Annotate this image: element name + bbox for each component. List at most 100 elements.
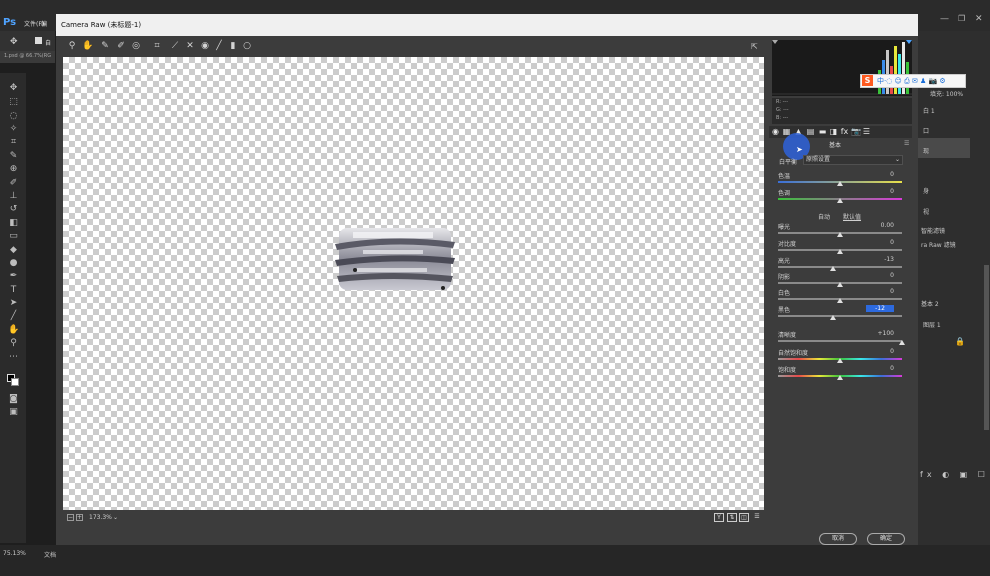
healing-icon[interactable]: ⊕ <box>8 164 19 175</box>
lasso-icon[interactable]: ◌ <box>8 111 19 122</box>
contrast-value-field[interactable]: 0 <box>866 239 894 246</box>
more-tools-icon[interactable]: ⋯ <box>8 352 19 363</box>
adjustment-brush-icon[interactable]: ╱ <box>214 41 224 51</box>
highlights-value-field[interactable]: -13 <box>866 256 894 263</box>
vibrance-slider-thumb[interactable] <box>837 358 843 363</box>
red-eye-icon[interactable]: ◉ <box>200 41 210 51</box>
layer-row[interactable]: 基本 2 <box>921 299 939 308</box>
move-icon[interactable]: ✥ <box>8 83 19 94</box>
clarity-value-field[interactable]: +100 <box>866 330 894 337</box>
presets-tab-icon[interactable]: ☰ <box>862 127 871 136</box>
clarity-slider-thumb[interactable] <box>899 340 905 345</box>
layer-row[interactable]: 现 <box>923 146 929 155</box>
basic-tab-icon[interactable]: ◉ <box>771 127 780 136</box>
eyedropper-icon[interactable]: ✎ <box>8 151 19 162</box>
panel-scrollbar[interactable] <box>984 265 989 430</box>
white-balance-select[interactable]: 原照设置 ⌄ <box>803 155 903 165</box>
whites-slider-thumb[interactable] <box>837 298 843 303</box>
highlights-slider-track[interactable] <box>778 266 902 268</box>
path-select-icon[interactable]: ➤ <box>8 298 19 309</box>
magic-wand-icon[interactable]: ✧ <box>8 124 19 135</box>
effects-tab-icon[interactable]: fx <box>840 127 849 136</box>
default-button[interactable]: 默认值 <box>843 212 861 221</box>
auto-select-checkbox[interactable] <box>35 37 42 44</box>
blacks-value-field[interactable]: -12 <box>866 305 894 312</box>
ime-logo-icon[interactable]: S <box>862 75 873 86</box>
crop-tool-icon[interactable]: ⌗ <box>152 41 162 51</box>
stamp-icon[interactable]: ⊥ <box>8 191 19 202</box>
close-icon[interactable]: ✕ <box>975 14 985 24</box>
layer-row[interactable]: 图层 1 <box>923 320 941 329</box>
contrast-slider-thumb[interactable] <box>837 249 843 254</box>
shadows-value-field[interactable]: 0 <box>866 272 894 279</box>
color-sampler-icon[interactable]: ✐ <box>116 41 126 51</box>
radial-filter-icon[interactable]: ○ <box>242 41 252 51</box>
ok-button[interactable]: 确定 <box>867 533 905 545</box>
blacks-slider-track[interactable] <box>778 315 902 317</box>
vibrance-value-field[interactable]: 0 <box>866 348 894 355</box>
color-swatches-icon[interactable] <box>6 373 20 387</box>
swap-settings-icon[interactable]: ⇅ <box>727 513 737 522</box>
blur-icon[interactable]: ◆ <box>8 245 19 256</box>
layer-row[interactable]: 白 1 <box>923 106 935 115</box>
crop-icon[interactable]: ⌗ <box>8 137 19 148</box>
tint-value-field[interactable]: 0 <box>866 188 894 195</box>
menu-edit[interactable]: 编 <box>41 19 47 28</box>
split-toning-tab-icon[interactable]: ▬ <box>818 127 827 136</box>
move-tool-icon[interactable]: ✥ <box>10 37 18 47</box>
screen-mode-icon[interactable]: ▣ <box>8 407 19 418</box>
ime-status-icons[interactable]: 中·◌ ☺ ⎙ ✉ ♟ 📷 ⚙ <box>877 76 946 86</box>
clarity-slider-track[interactable] <box>778 340 902 342</box>
blacks-slider-thumb[interactable] <box>829 315 836 320</box>
layer-actions-icons[interactable]: fx ◐ ▣ ☐ 🗑 <box>920 470 990 479</box>
cancel-button[interactable]: 取消 <box>819 533 857 545</box>
shape-icon[interactable]: ╱ <box>8 311 19 322</box>
minimize-icon[interactable]: — <box>940 14 950 24</box>
fullscreen-icon[interactable]: ⇱ <box>751 42 761 51</box>
zoom-readout[interactable]: 75.13% <box>3 550 26 557</box>
target-adjust-icon[interactable]: ◎ <box>131 41 141 51</box>
whites-value-field[interactable]: 0 <box>866 288 894 295</box>
eraser-icon[interactable]: ◧ <box>8 218 19 229</box>
auto-button[interactable]: 自动 <box>818 212 830 221</box>
copy-settings-icon[interactable]: ◫ <box>739 513 749 522</box>
camera-calibration-tab-icon[interactable]: 📷 <box>851 127 861 136</box>
before-after-icon[interactable]: Y <box>714 513 724 522</box>
layer-row[interactable]: 身 <box>923 186 929 195</box>
camera-raw-filter-label[interactable]: ra Raw 滤镜 <box>921 240 956 249</box>
gradient-icon[interactable]: ▭ <box>8 231 19 242</box>
view-settings-icon[interactable]: ☰ <box>752 513 762 522</box>
smart-filter-label[interactable]: 智能滤镜 <box>921 226 945 235</box>
saturation-slider-thumb[interactable] <box>837 375 843 380</box>
pen-icon[interactable]: ✒ <box>8 271 19 282</box>
exposure-value-field[interactable]: 0.00 <box>866 222 894 229</box>
saturation-value-field[interactable]: 0 <box>866 365 894 372</box>
zoom-level[interactable]: 173.3% <box>89 514 112 521</box>
hsl-tab-icon[interactable]: ▤ <box>806 127 815 136</box>
panel-menu-icon[interactable]: ☰ <box>904 140 909 147</box>
lens-tab-icon[interactable]: ◨ <box>829 127 838 136</box>
exposure-slider-thumb[interactable] <box>837 232 843 237</box>
highlights-slider-thumb[interactable] <box>829 266 836 271</box>
fill-label[interactable]: 填充: 100% <box>930 89 963 98</box>
tint-slider-thumb[interactable] <box>837 198 843 203</box>
brush-icon[interactable]: ✐ <box>8 178 19 189</box>
marquee-icon[interactable]: ⬚ <box>8 97 19 108</box>
graduated-filter-icon[interactable]: ▮ <box>228 41 238 51</box>
shadows-slider-thumb[interactable] <box>837 282 843 287</box>
temp-value-field[interactable]: 0 <box>866 171 894 178</box>
white-balance-icon[interactable]: ✎ <box>100 41 110 51</box>
zoom-icon[interactable]: ⚲ <box>8 338 19 349</box>
zoom-out-button[interactable]: − <box>67 514 74 521</box>
history-brush-icon[interactable]: ↺ <box>8 204 19 215</box>
layer-row[interactable]: 口 <box>923 126 929 135</box>
restore-icon[interactable]: ❐ <box>958 14 968 24</box>
temp-slider-thumb[interactable] <box>837 181 843 186</box>
chevron-down-icon[interactable]: ⌄ <box>113 514 118 521</box>
straighten-icon[interactable]: ⟋ <box>170 41 180 51</box>
spot-removal-icon[interactable]: ✕ <box>185 41 195 51</box>
type-icon[interactable]: T <box>8 285 19 296</box>
zoom-in-button[interactable]: + <box>76 514 83 521</box>
hand-icon[interactable]: ✋ <box>8 325 19 336</box>
quick-mask-icon[interactable]: ◙ <box>8 394 19 405</box>
